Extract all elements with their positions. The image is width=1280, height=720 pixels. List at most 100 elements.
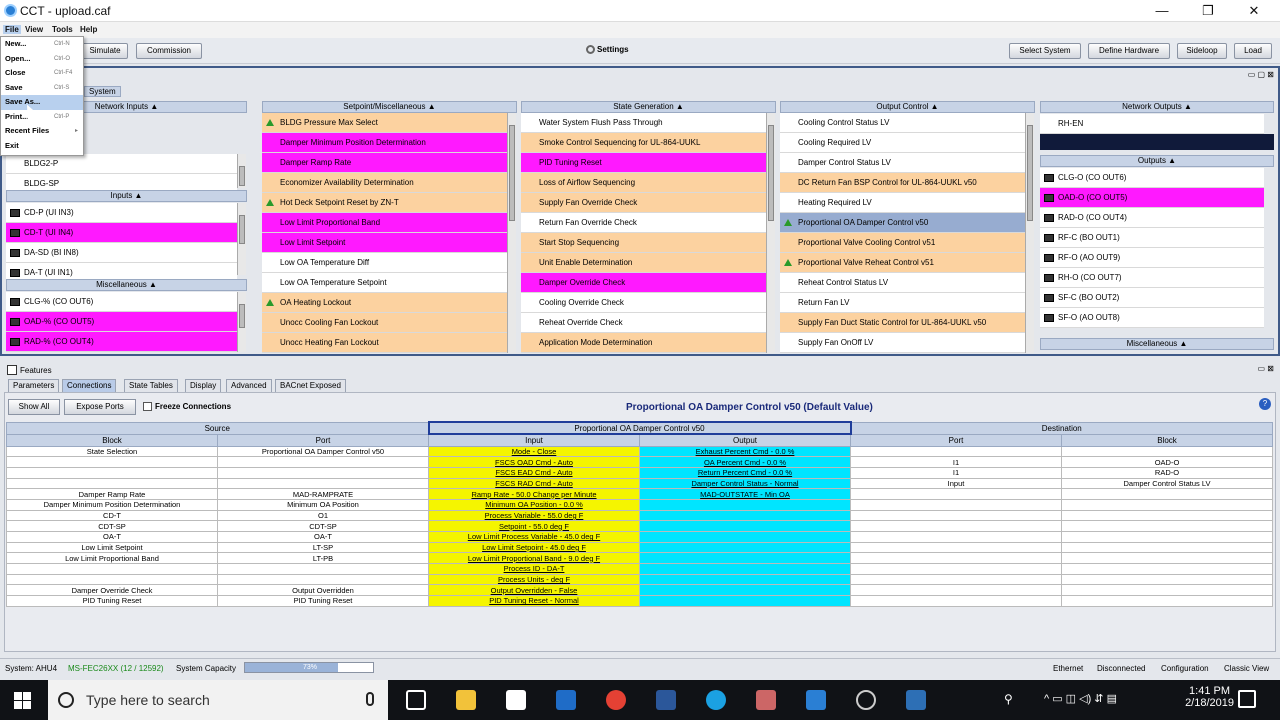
app-icon-7[interactable] (756, 690, 776, 710)
cell-out[interactable] (639, 584, 851, 597)
panel-item[interactable]: BLDG2-P (6, 154, 237, 174)
panel-item[interactable]: Low Limit Proportional Band (262, 213, 507, 233)
cell-in[interactable]: Mode - Close (428, 445, 640, 458)
panel-title-misc_right[interactable]: Miscellaneous ▲ (1040, 338, 1274, 350)
menu-item-save-as[interactable]: Save As... (1, 95, 83, 110)
panel-item[interactable]: Damper Override Check (521, 273, 766, 293)
panel-title-inputs[interactable]: Inputs ▲ (6, 190, 247, 202)
mail-icon[interactable] (506, 690, 526, 710)
show-all-button[interactable]: Show All (8, 399, 60, 415)
panel-item[interactable]: Damper Ramp Rate (262, 153, 507, 173)
chrome-icon[interactable] (606, 690, 626, 710)
cell-in[interactable]: FSCS OAD Cmd - Auto (428, 456, 640, 468)
expose-ports-button[interactable]: Expose Ports (64, 399, 136, 415)
panel-item[interactable]: Low OA Temperature Diff (262, 253, 507, 273)
panel-item[interactable]: Damper Control Status LV (780, 153, 1025, 173)
panel-item[interactable]: RAD-% (CO OUT4) (6, 332, 237, 352)
tab-bacnet-exposed[interactable]: BACnet Exposed (275, 379, 346, 392)
panel-item[interactable]: Water System Flush Pass Through (521, 113, 766, 133)
simulate-button[interactable]: Simulate (82, 43, 128, 59)
taskbar-search[interactable]: Type here to search (48, 680, 388, 720)
cell-out[interactable]: Exhaust Percent Cmd - 0.0 % (639, 445, 851, 458)
panel-item[interactable]: Return Fan Override Check (521, 213, 766, 233)
panel-item[interactable]: BLDG Pressure Max Select (262, 113, 507, 133)
panel-item[interactable]: Reheat Override Check (521, 313, 766, 333)
status-classic-view[interactable]: Classic View (1224, 664, 1269, 673)
menu-item-exit[interactable]: Exit (1, 139, 83, 154)
panel-title-outputs[interactable]: Outputs ▲ (1040, 155, 1274, 167)
scrollbar[interactable] (237, 203, 246, 275)
cell-in[interactable]: Low Limit Setpoint - 45.0 deg F (428, 541, 640, 554)
scrollbar[interactable] (1025, 113, 1034, 353)
select-system-button[interactable]: Select System (1009, 43, 1081, 59)
cell-out[interactable] (639, 595, 851, 607)
panel-title-network_outputs[interactable]: Network Outputs ▲ (1040, 101, 1274, 113)
panel-item[interactable]: Loss of Airflow Sequencing (521, 173, 766, 193)
window-controls-icon[interactable]: ▭ ▢ ⊠ (1248, 70, 1274, 79)
cell-in[interactable]: FSCS EAD Cmd - Auto (428, 466, 640, 479)
menu-item-print[interactable]: Print... Ctrl-P (1, 110, 83, 125)
windows-start-icon[interactable] (14, 692, 32, 710)
cell-out[interactable] (639, 541, 851, 554)
scrollbar-thumb[interactable] (768, 125, 774, 221)
tab-state-tables[interactable]: State Tables (124, 379, 178, 392)
panel-item[interactable]: Start Stop Sequencing (521, 233, 766, 253)
panel-item[interactable]: Low Limit Setpoint (262, 233, 507, 253)
panel-item[interactable]: Reheat Control Status LV (780, 273, 1025, 293)
settings-button[interactable]: Settings (586, 45, 629, 54)
task-view-icon[interactable] (406, 690, 426, 710)
panel-item[interactable]: OAD-% (CO OUT5) (6, 312, 237, 332)
panel-title-setpoint[interactable]: Setpoint/Miscellaneous ▲ (262, 101, 517, 113)
panel-item[interactable]: RH-EN (1040, 114, 1264, 134)
panel-item[interactable]: Cooling Override Check (521, 293, 766, 313)
panel-item[interactable]: Supply Fan Override Check (521, 193, 766, 213)
cell-in[interactable]: Low Limit Proportional Band - 9.0 deg F (428, 552, 640, 565)
menu-view[interactable]: View (25, 25, 43, 34)
panel-item[interactable]: SF-C (BO OUT2) (1040, 288, 1264, 308)
minimize-button[interactable]: — (1140, 2, 1184, 20)
word-icon[interactable] (656, 690, 676, 710)
panel-item[interactable]: CLG-O (CO OUT6) (1040, 168, 1264, 188)
scrollbar-thumb[interactable] (509, 125, 515, 221)
cell-out[interactable] (639, 573, 851, 586)
menu-tools[interactable]: Tools (52, 25, 73, 34)
panel-item[interactable]: Unit Enable Determination (521, 253, 766, 273)
panel-item[interactable]: Unocc Cooling Fan Lockout (262, 313, 507, 333)
cell-out[interactable]: Return Percent Cmd - 0.0 % (639, 466, 851, 479)
scrollbar[interactable] (766, 113, 775, 353)
cell-in[interactable]: PID Tuning Reset - Normal (428, 595, 640, 607)
microphone-icon[interactable] (366, 692, 374, 706)
tab-advanced[interactable]: Advanced (226, 379, 272, 392)
panel-title-misc_left[interactable]: Miscellaneous ▲ (6, 279, 247, 291)
maximize-button[interactable]: ❐ (1186, 2, 1230, 20)
menu-file[interactable]: File (3, 25, 21, 34)
panel-item[interactable]: CD-T (UI IN4) (6, 223, 237, 243)
menu-item-open[interactable]: Open... Ctrl-O (1, 52, 83, 67)
panel-item[interactable]: Hot Deck Setpoint Reset by ZN-T (262, 193, 507, 213)
cell-in[interactable]: Process Units - deg F (428, 573, 640, 586)
features-window-controls-icon[interactable]: ▭ ⊠ (1258, 364, 1274, 373)
tab-connections[interactable]: Connections (62, 379, 117, 392)
tab-display[interactable]: Display (185, 379, 222, 392)
file-explorer-icon[interactable] (456, 690, 476, 710)
define-hardware-button[interactable]: Define Hardware (1088, 43, 1170, 59)
system-tab[interactable]: System (84, 86, 121, 97)
panel-title-state_gen[interactable]: State Generation ▲ (521, 101, 776, 113)
tab-parameters[interactable]: Parameters (8, 379, 60, 392)
panel-item[interactable]: Cooling Required LV (780, 133, 1025, 153)
commission-button[interactable]: Commission (136, 43, 202, 59)
cct-app-icon[interactable] (806, 690, 826, 710)
panel-item[interactable]: DA-SD (BI IN8) (6, 243, 237, 263)
edge-icon[interactable] (706, 690, 726, 710)
panel-item[interactable]: Proportional OA Damper Control v50 (780, 213, 1025, 233)
scrollbar-thumb[interactable] (239, 304, 245, 328)
panel-item[interactable]: Cooling Control Status LV (780, 113, 1025, 133)
cell-in[interactable]: Process Variable - 55.0 deg F (428, 509, 640, 522)
panel-item[interactable]: OAD-O (CO OUT5) (1040, 188, 1264, 208)
panel-item[interactable]: Economizer Availability Determination (262, 173, 507, 193)
panel-item[interactable]: CD-P (UI IN3) (6, 203, 237, 223)
cell-in[interactable]: Output Overridden - False (428, 584, 640, 597)
panel-item[interactable]: CLG-% (CO OUT6) (6, 292, 237, 312)
cell-in[interactable]: FSCS RAD Cmd - Auto (428, 477, 640, 490)
close-button[interactable]: ✕ (1232, 2, 1276, 20)
